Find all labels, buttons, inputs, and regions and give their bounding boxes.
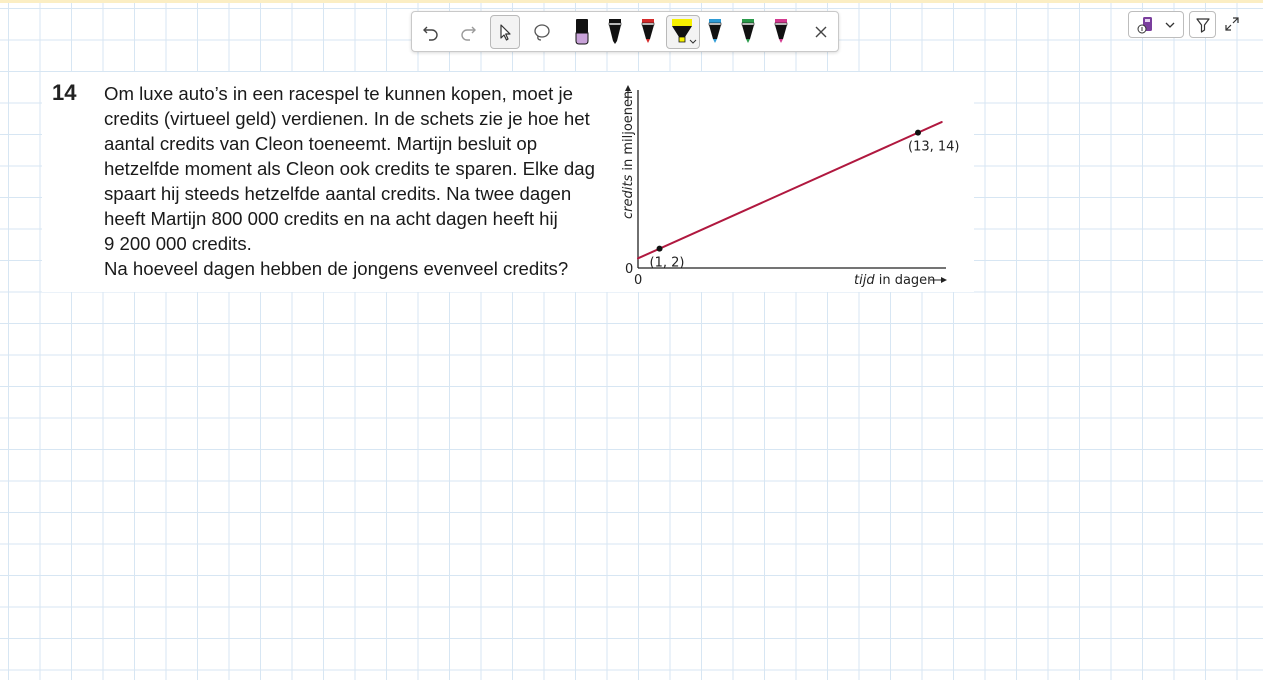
- top-accent-bar: [0, 0, 1263, 3]
- highlighter-yellow-icon: [672, 19, 697, 44]
- question-line: hetzelfde moment als Cleon ook credits t…: [104, 158, 595, 179]
- lasso-tool-button[interactable]: [527, 15, 557, 49]
- pen-lavender-icon: [575, 19, 589, 45]
- redo-button[interactable]: [453, 15, 483, 49]
- data-label: (1, 2): [650, 256, 685, 271]
- expand-button[interactable]: [1222, 14, 1242, 34]
- data-point: [915, 129, 921, 136]
- pen-pink-button[interactable]: [766, 15, 796, 49]
- y-axis-label-rest: in miljoenen: [621, 91, 636, 175]
- x-origin-label: 0: [634, 273, 642, 288]
- undo-button[interactable]: [416, 15, 446, 49]
- question-line: heeft Martijn 800 000 credits en na acht…: [104, 208, 558, 229]
- y-origin-label: 0: [625, 262, 633, 277]
- series-line: [637, 121, 943, 260]
- close-icon: [815, 26, 827, 38]
- question-line: Om luxe auto’s in een racespel te kunnen…: [104, 83, 573, 104]
- filter-button[interactable]: [1189, 11, 1216, 38]
- pen-red-button[interactable]: [633, 15, 663, 49]
- pen-black-button[interactable]: [600, 15, 630, 49]
- redo-icon: [461, 26, 476, 41]
- question-number: 14: [52, 80, 77, 105]
- data-label: (13, 14): [908, 140, 960, 155]
- question-line: aantal credits van Cleon toeneemt. Marti…: [104, 133, 538, 154]
- y-axis-label: credits in miljoenen: [621, 91, 636, 219]
- y-axis-label-italic: credits: [621, 175, 636, 219]
- undo-icon: [423, 26, 438, 41]
- x-axis-label-italic: tijd: [854, 273, 875, 288]
- close-toolbar-button[interactable]: [806, 15, 836, 49]
- select-icon: [500, 24, 511, 41]
- question-line: Na hoeveel dagen hebben de jongens evenv…: [104, 258, 569, 279]
- pen-green-button[interactable]: [733, 15, 763, 49]
- pen-pink-icon: [774, 19, 788, 43]
- ink-toolbar: [411, 11, 839, 52]
- pen-red-icon: [641, 19, 655, 43]
- line-chart: credits in miljoenen tijd in dagen 0 0 (…: [621, 85, 960, 288]
- svg-text:credits in miljoenen: credits in miljoenen: [621, 91, 636, 219]
- pen-blue-button[interactable]: [700, 15, 730, 49]
- x-axis-label: tijd in dagen: [854, 273, 935, 288]
- x-axis-label-rest: in dagen: [875, 273, 936, 288]
- question-line: spaart hij steeds hetzelfde aantal credi…: [104, 183, 572, 204]
- question-text: Om luxe auto’s in een racespel te kunnen…: [104, 81, 604, 281]
- pen-green-icon: [741, 19, 755, 43]
- select-tool-button[interactable]: [490, 15, 520, 49]
- data-point: [656, 245, 663, 252]
- pen-black-icon: [608, 19, 622, 44]
- expand-icon: [1225, 17, 1239, 31]
- lasso-icon: [534, 24, 550, 41]
- pen-lavender-button[interactable]: [567, 15, 597, 49]
- question-line: 9 200 000 credits.: [104, 233, 252, 254]
- chevron-down-icon: [1165, 22, 1175, 28]
- ink-mode-dropdown[interactable]: [1128, 11, 1184, 38]
- pen-blue-icon: [708, 19, 722, 43]
- pen-tablet-icon: [1137, 16, 1152, 33]
- question-line: credits (virtueel geld) verdienen. In de…: [104, 108, 590, 129]
- funnel-icon: [1195, 17, 1210, 33]
- highlighter-yellow-button[interactable]: [666, 15, 700, 49]
